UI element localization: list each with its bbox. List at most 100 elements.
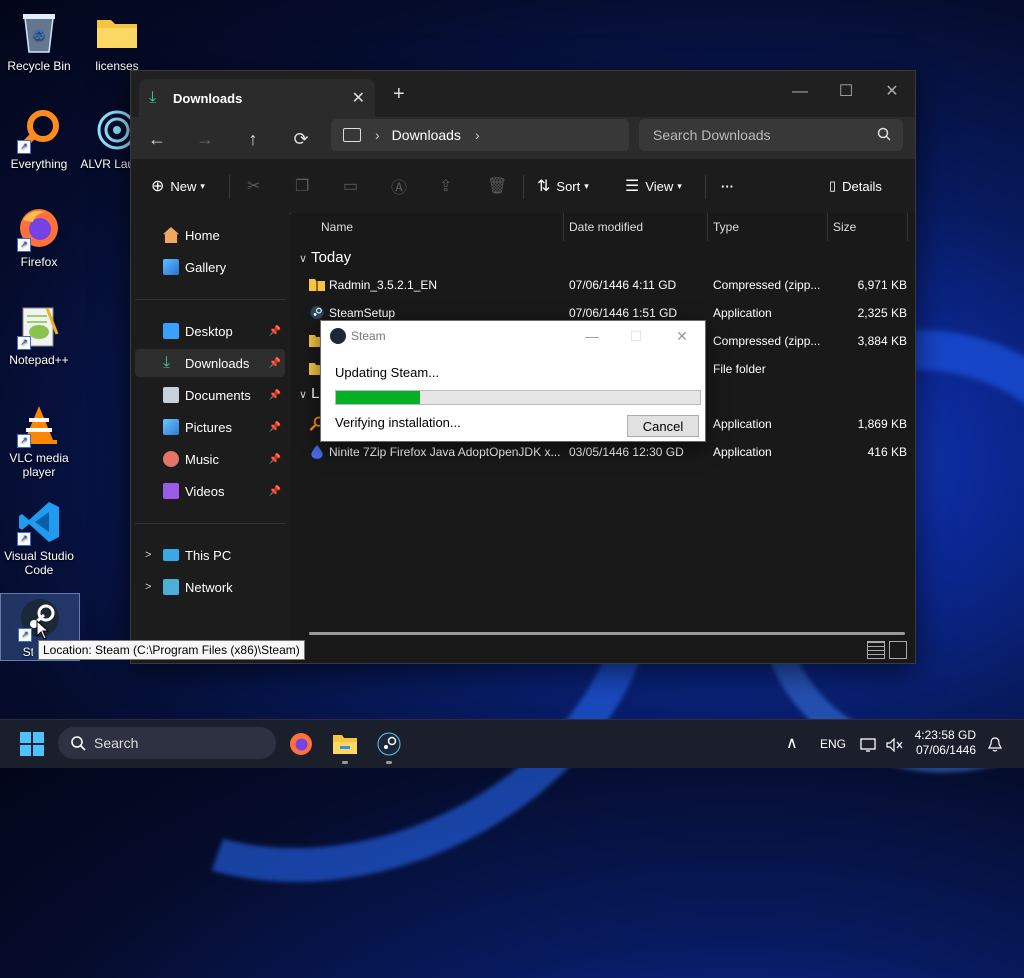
chevron-right-icon[interactable]: > <box>145 549 151 561</box>
delete-button[interactable]: 🗑 <box>487 175 513 197</box>
desktop-icon-label: Notepad++ <box>9 353 69 367</box>
share-button[interactable]: ⇪ <box>439 175 458 197</box>
close-dialog-button[interactable]: ✕ <box>667 325 697 347</box>
refresh-button[interactable]: ⟳ <box>287 125 315 153</box>
maximize-button[interactable]: ☐ <box>621 325 651 347</box>
sidebar-item-home[interactable]: Home <box>135 221 285 249</box>
more-options-button[interactable]: ··· <box>721 175 734 197</box>
cancel-button[interactable]: Cancel <box>627 415 699 437</box>
taskbar-firefox[interactable] <box>286 729 316 759</box>
sidebar-item-videos[interactable]: Videos 📌 <box>135 477 285 505</box>
sidebar-item-documents[interactable]: Documents 📌 <box>135 381 285 409</box>
horizontal-scrollbar[interactable] <box>309 632 905 635</box>
dialog-title: Steam <box>351 329 386 343</box>
file-name: SteamSetup <box>329 306 396 320</box>
pin-icon[interactable]: 📌 <box>269 486 281 497</box>
language-indicator[interactable]: ENG <box>820 720 846 768</box>
sidebar-item-desktop[interactable]: Desktop 📌 <box>135 317 285 345</box>
group-label: L <box>311 385 320 402</box>
new-button[interactable]: ⊕ New ▾ <box>151 175 205 197</box>
system-clock[interactable]: 4:23:58 GD 07/06/1446 <box>915 728 976 758</box>
desktop-icon-everything[interactable]: ↗ Everything <box>0 106 78 171</box>
sidebar-item-downloads[interactable]: ⤓ Downloads 📌 <box>135 349 285 377</box>
copy-icon: ❐ <box>295 178 310 195</box>
notifications-bell-icon[interactable] <box>988 720 1002 768</box>
show-hidden-icons-button[interactable]: ∧ <box>786 720 798 768</box>
vscode-icon: ↗ <box>15 498 63 546</box>
pin-icon[interactable]: 📌 <box>269 454 281 465</box>
pin-icon[interactable]: 📌 <box>269 326 281 337</box>
taskbar-steam[interactable] <box>374 729 404 764</box>
dialog-titlebar: Steam — ☐ ✕ <box>321 321 705 351</box>
view-button[interactable]: ☰ View ▾ <box>625 175 682 197</box>
file-type: Application <box>713 306 772 320</box>
update-status-text: Updating Steam... <box>335 365 440 380</box>
pin-icon[interactable]: 📌 <box>269 390 281 401</box>
desktop-icon-firefox[interactable]: ↗ Firefox <box>0 204 78 269</box>
column-header-size[interactable]: Size <box>833 213 856 241</box>
file-type: Compressed (zipp... <box>713 278 821 292</box>
group-header-last[interactable]: ∨ L <box>299 385 319 402</box>
chevron-right-icon[interactable]: > <box>145 581 151 593</box>
chevron-right-icon[interactable]: › <box>475 127 480 143</box>
group-header-today[interactable]: ∨ Today <box>299 249 351 266</box>
maximize-button[interactable]: ☐ <box>823 77 869 107</box>
close-tab-icon[interactable]: ✕ <box>352 88 365 108</box>
minimize-button[interactable]: — <box>577 325 607 347</box>
sidebar-item-this-pc[interactable]: > This PC <box>135 541 285 569</box>
sidebar-item-network[interactable]: > Network <box>135 573 285 601</box>
forward-button[interactable]: → <box>191 125 219 153</box>
taskbar-file-explorer[interactable] <box>330 729 360 764</box>
videos-icon <box>163 483 179 499</box>
navigation-bar: ← → ↑ ⟳ › Downloads › Search Downloads <box>131 117 915 159</box>
gallery-icon <box>163 259 179 275</box>
sidebar-item-pictures[interactable]: Pictures 📌 <box>135 413 285 441</box>
address-bar[interactable]: › Downloads › <box>331 119 629 151</box>
search-input[interactable]: Search Downloads <box>639 119 903 151</box>
tab-downloads[interactable]: ⤓ Downloads ✕ <box>139 79 375 117</box>
desktop-icon-licenses[interactable]: licenses <box>78 8 156 73</box>
file-row[interactable]: Radmin_3.5.2.1_EN 07/06/1446 4:11 GD Com… <box>299 271 907 299</box>
desktop-icon-vlc[interactable]: ↗ VLC media player <box>0 400 78 479</box>
sidebar-item-gallery[interactable]: Gallery <box>135 253 285 281</box>
update-progress-bar <box>335 390 701 405</box>
column-header-date[interactable]: Date modified <box>569 213 643 241</box>
navigation-pane: Home Gallery Desktop 📌 ⤓ Downloads 📌 Doc… <box>131 213 289 663</box>
back-button[interactable]: ← <box>143 125 171 153</box>
column-header-name[interactable]: Name <box>321 213 353 241</box>
close-window-button[interactable]: ✕ <box>869 77 915 107</box>
view-toggle <box>867 641 907 659</box>
cut-button[interactable]: ✂ <box>247 175 266 197</box>
file-row[interactable]: Ninite 7Zip Firefox Java AdoptOpenJDK x.… <box>299 438 907 466</box>
start-button[interactable] <box>20 732 44 756</box>
breadcrumb-downloads[interactable]: Downloads <box>392 127 461 143</box>
sidebar-item-music[interactable]: Music 📌 <box>135 445 285 473</box>
sidebar-label: Network <box>185 579 233 595</box>
dialog-body: Updating Steam... Verifying installation… <box>321 351 705 441</box>
details-button[interactable]: ▯ Details <box>829 175 882 197</box>
desktop-icon <box>163 323 179 339</box>
tiles-view-icon[interactable] <box>889 641 907 659</box>
chevron-down-icon: ∨ <box>299 389 308 401</box>
column-header-type[interactable]: Type <box>713 213 739 241</box>
ninite-icon <box>311 444 323 459</box>
copy-button[interactable]: ❐ <box>295 175 315 197</box>
desktop-icon-vscode[interactable]: ↗ Visual Studio Code <box>0 498 78 577</box>
up-button[interactable]: ↑ <box>239 125 267 153</box>
pin-icon[interactable]: 📌 <box>269 358 281 369</box>
minimize-button[interactable]: — <box>777 77 823 107</box>
paste-button[interactable]: ▭ <box>343 175 364 197</box>
taskbar-search[interactable]: Search <box>58 727 276 759</box>
trash-icon: 🗑 <box>487 178 508 195</box>
details-view-icon[interactable] <box>867 641 885 659</box>
pin-icon[interactable]: 📌 <box>269 422 281 433</box>
desktop-icon-recycle-bin[interactable]: ♻ Recycle Bin <box>0 8 78 73</box>
desktop-icon-notepadpp[interactable]: ↗ Notepad++ <box>0 302 78 367</box>
sort-button[interactable]: ⇅ Sort ▾ <box>537 175 589 197</box>
steam-icon <box>330 328 346 344</box>
network-icon[interactable] <box>860 720 878 768</box>
desktop-icon-label: Visual Studio Code <box>4 549 74 577</box>
rename-button[interactable]: Ⓐ <box>391 175 413 197</box>
new-tab-button[interactable]: + <box>393 83 405 106</box>
volume-muted-icon[interactable] <box>886 720 904 768</box>
